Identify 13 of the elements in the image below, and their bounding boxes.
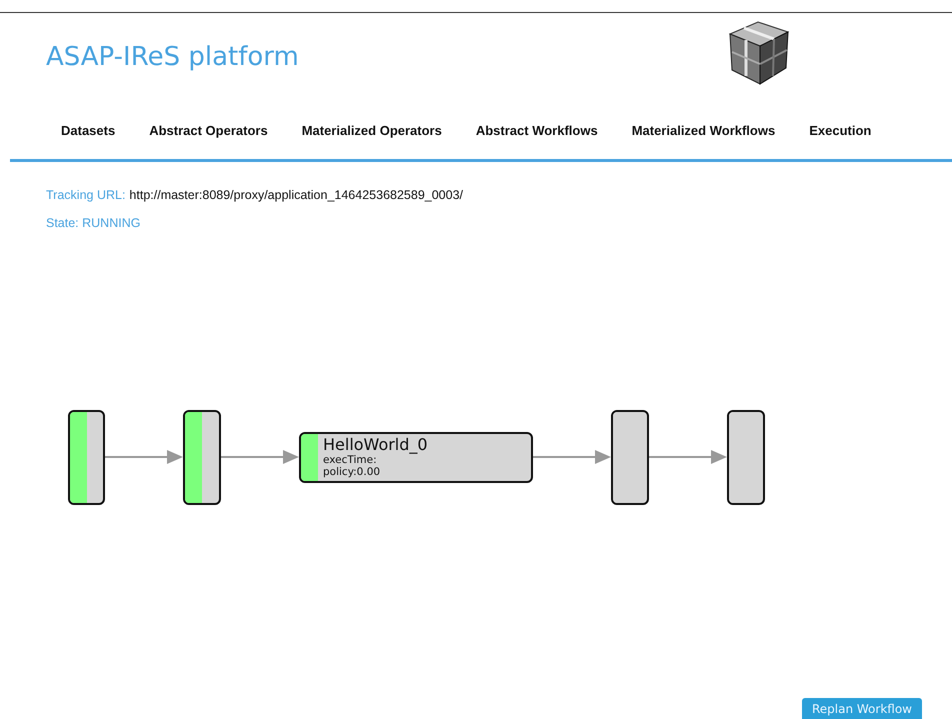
tracking-url: http://master:8089/proxy/application_1464253682589_0003/: [129, 188, 464, 202]
site-title: ASAP-IReS platform: [46, 42, 300, 72]
operator-name: HelloWorld_0: [323, 435, 428, 454]
nav-link[interactable]: Execution: [792, 122, 888, 138]
policy-text: policy:0.00: [323, 466, 382, 478]
nav-link[interactable]: Materialized Operators: [284, 122, 459, 138]
nav-link[interactable]: Abstract Workflows: [458, 122, 615, 138]
nav-link[interactable]: Abstract Operators: [132, 122, 285, 138]
state-text: State: RUNNING: [46, 216, 140, 230]
nav-link[interactable]: Datasets: [44, 122, 132, 138]
exec-time-text: execTime:: [323, 454, 378, 466]
nav-link[interactable]: Materialized Workflows: [614, 122, 792, 138]
tracking-url-label: Tracking URL:: [46, 188, 126, 202]
